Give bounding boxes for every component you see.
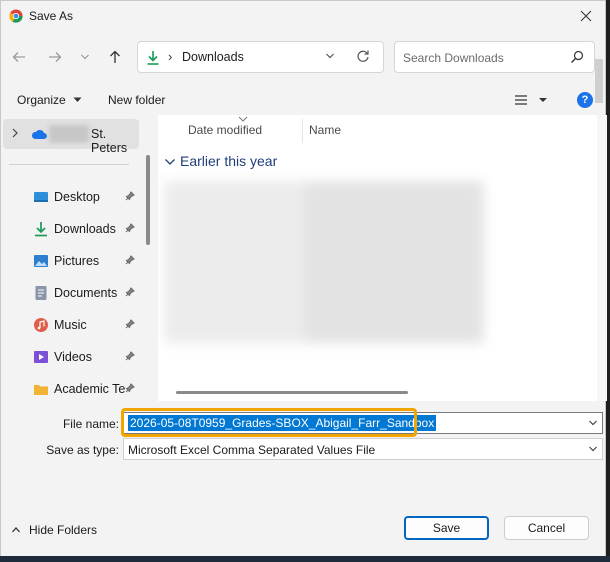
file-list-pane: Date modified Name Earlier this year	[158, 115, 607, 401]
search-input[interactable]: Search Downloads	[394, 41, 595, 73]
chevron-down-icon[interactable]	[588, 418, 598, 428]
pin-icon[interactable]	[125, 383, 135, 393]
save-as-type-value: Microsoft Excel Comma Separated Values F…	[128, 443, 376, 457]
horizontal-scrollbar-thumb[interactable]	[176, 391, 408, 394]
arrow-left-icon	[12, 52, 25, 62]
file-name-input[interactable]: 2026-05-08T0959_Grades-SBOX_Abigail_Farr…	[123, 412, 603, 434]
address-bar[interactable]: › Downloads	[137, 41, 384, 73]
arrow-up-icon	[110, 50, 120, 63]
arrow-right-icon	[49, 52, 62, 62]
taskbar-edge	[0, 556, 610, 562]
folder-icon	[34, 385, 48, 395]
redacted-text	[49, 125, 89, 143]
sidebar-item-music[interactable]: Music	[1, 311, 141, 339]
pin-icon[interactable]	[125, 319, 135, 329]
navigation-pane: St. Peters Desktop Downloads Pictures Do…	[1, 115, 156, 401]
documents-icon	[35, 286, 47, 300]
nav-scrollbar-thumb[interactable]	[146, 155, 150, 245]
breadcrumb-separator: ›	[168, 49, 173, 64]
up-button[interactable]	[103, 45, 127, 69]
save-as-dialog: Save As › Downloads Search Downloads Org…	[0, 0, 607, 558]
chevron-up-icon	[12, 527, 20, 533]
chevron-down-icon[interactable]	[325, 51, 335, 61]
sidebar-item-label: Documents	[54, 286, 118, 300]
download-icon	[35, 222, 47, 237]
sidebar-item-desktop[interactable]: Desktop	[1, 183, 141, 211]
list-view-icon	[515, 95, 547, 105]
chevron-down-icon	[81, 54, 89, 60]
pin-icon[interactable]	[125, 223, 135, 233]
column-header-label: Name	[309, 123, 342, 137]
sidebar-item-label: Pictures	[54, 254, 100, 268]
sort-chevron-icon	[238, 116, 248, 122]
sidebar-item-downloads[interactable]: Downloads	[1, 215, 141, 243]
column-header-name[interactable]: Name	[309, 123, 341, 137]
chevron-down-icon[interactable]	[588, 444, 598, 454]
column-divider[interactable]	[302, 119, 303, 143]
back-button[interactable]	[7, 45, 31, 69]
vertical-scrollbar[interactable]	[597, 115, 607, 401]
window-title: Save As	[29, 9, 74, 23]
sidebar-item-videos[interactable]: Videos	[1, 343, 141, 371]
organize-label: Organize	[17, 93, 66, 107]
column-header-date-modified[interactable]: Date modified	[188, 123, 262, 137]
hide-folders-button[interactable]: Hide Folders	[11, 523, 97, 537]
recent-locations-button[interactable]	[73, 45, 97, 69]
save-as-type-label: Save as type:	[46, 443, 119, 457]
divider	[9, 164, 129, 165]
caret-down-icon	[73, 97, 82, 102]
save-button[interactable]: Save	[404, 516, 489, 540]
group-header[interactable]: Earlier this year	[180, 153, 277, 169]
pin-icon[interactable]	[125, 191, 135, 201]
desktop-icon	[34, 192, 48, 202]
scrollbar-thumb[interactable]	[595, 59, 603, 103]
sidebar-item-pictures[interactable]: Pictures	[1, 247, 141, 275]
breadcrumb-location[interactable]: Downloads	[182, 50, 244, 64]
sidebar-item-academic[interactable]: Academic Te	[1, 375, 141, 401]
search-placeholder: Search Downloads	[403, 51, 504, 65]
sidebar-item-label: Videos	[54, 350, 92, 364]
new-folder-button[interactable]: New folder	[108, 93, 165, 107]
sidebar-item-label: Downloads	[54, 222, 116, 236]
cancel-button[interactable]: Cancel	[504, 516, 589, 540]
pin-icon[interactable]	[125, 287, 135, 297]
sidebar-item-label: Academic Te	[54, 382, 126, 396]
chevron-right-icon[interactable]	[11, 128, 19, 138]
close-button[interactable]	[573, 3, 599, 29]
pin-icon[interactable]	[125, 351, 135, 361]
column-header-label: Date modified	[188, 123, 263, 137]
sidebar-item-onedrive[interactable]: St. Peters	[3, 119, 139, 155]
organize-button[interactable]: Organize	[17, 93, 82, 107]
sidebar-item-label: Music	[54, 318, 87, 332]
help-button[interactable]: ?	[577, 92, 593, 108]
file-name-value[interactable]: 2026-05-08T0959_Grades-SBOX_Abigail_Farr…	[128, 415, 437, 431]
download-icon	[147, 51, 159, 65]
view-options-button[interactable]	[513, 93, 547, 110]
refresh-icon[interactable]	[356, 49, 370, 63]
save-as-type-select[interactable]: Microsoft Excel Comma Separated Values F…	[123, 438, 603, 460]
hide-folders-label: Hide Folders	[29, 523, 98, 537]
pictures-icon	[34, 255, 48, 267]
file-name-label: File name:	[62, 417, 119, 431]
chrome-icon	[9, 9, 23, 23]
sidebar-item-label: Desktop	[54, 190, 100, 204]
redacted-file-list	[164, 181, 484, 343]
sidebar-item-label: St. Peters	[91, 127, 128, 155]
forward-button[interactable]	[43, 45, 67, 69]
chevron-down-icon[interactable]	[164, 157, 176, 167]
sidebar-item-documents[interactable]: Documents	[1, 279, 141, 307]
pin-icon[interactable]	[125, 255, 135, 265]
search-icon	[571, 50, 584, 63]
title-bar: Save As	[1, 1, 605, 31]
close-icon	[580, 10, 592, 22]
music-icon	[34, 318, 48, 332]
onedrive-icon	[31, 129, 47, 139]
videos-icon	[34, 351, 48, 363]
